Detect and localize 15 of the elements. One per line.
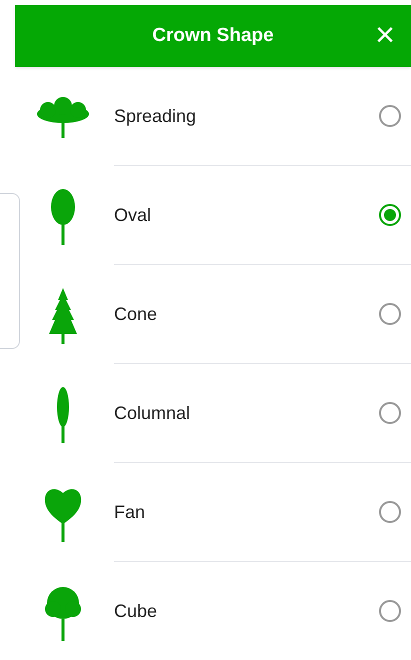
radio-button[interactable] — [379, 600, 401, 622]
radio-button[interactable] — [379, 204, 401, 226]
option-label: Cube — [114, 600, 158, 622]
option-label: Spreading — [114, 104, 198, 128]
close-button[interactable]: × — [367, 17, 403, 53]
radio-button[interactable] — [379, 402, 401, 424]
radio-button[interactable] — [379, 501, 401, 523]
option-label: Columnal — [114, 402, 192, 424]
radio-button[interactable] — [379, 105, 401, 127]
option-label: Oval — [114, 204, 152, 226]
option-label: Fan — [114, 500, 146, 524]
radio-button[interactable] — [379, 303, 401, 325]
option-label: Cone — [114, 302, 158, 326]
dialog-title: Crown Shape — [152, 24, 274, 48]
broad-tree-icon — [35, 96, 91, 138]
